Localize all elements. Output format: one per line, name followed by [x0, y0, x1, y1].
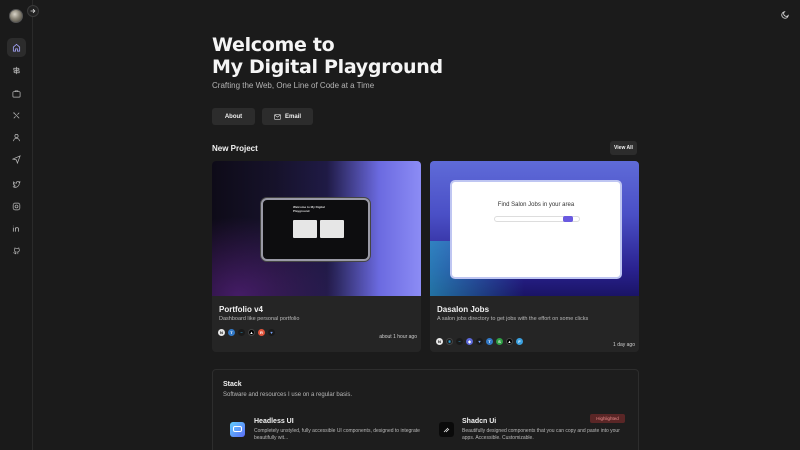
expand-sidebar-button[interactable] [27, 5, 39, 17]
nextjs-icon: N [218, 329, 225, 336]
email-button[interactable]: Email [262, 108, 313, 125]
vercel-icon: ▲ [506, 338, 513, 345]
hero-subtitle: Crafting the Web, One Line of Code at a … [212, 81, 375, 90]
stack-heading: Stack [223, 381, 242, 388]
email-button-label: Email [284, 113, 301, 120]
portfolio-mockup: Welcome to My Digital Playground [261, 198, 370, 261]
sidebar-item-contact[interactable] [7, 150, 26, 169]
sidebar-item-about[interactable] [7, 128, 26, 147]
framer-icon: F [516, 338, 523, 345]
supabase-icon: S [496, 338, 503, 345]
sidebar [0, 0, 39, 450]
project-card-portfolio[interactable]: Welcome to My Digital Playground Portfol… [212, 161, 421, 352]
mail-icon [274, 113, 281, 120]
stack-section: Stack Software and resources I use on a … [212, 369, 639, 450]
project-description: A salon jobs directory to get jobs with … [437, 316, 589, 322]
sidebar-item-tools[interactable] [7, 106, 26, 125]
hero-title-line1: Welcome to [212, 34, 335, 56]
linkedin-icon [12, 224, 21, 233]
stack-item-description: Beautifully designed components that you… [462, 428, 620, 441]
mockup-button [563, 216, 573, 222]
shadcn-icon: ♥ [476, 338, 483, 345]
instagram-icon [12, 202, 21, 211]
dasalon-mockup: Find Salon Jobs in your area [450, 180, 622, 279]
sidebar-item-linkedin[interactable] [7, 219, 26, 238]
briefcase-icon [12, 90, 21, 98]
tech-stack-row: N T ~ ▲ R ♥ [218, 329, 275, 336]
nextjs-icon: N [436, 338, 443, 345]
avatar[interactable] [9, 9, 23, 23]
tools-icon [13, 112, 20, 119]
vercel-icon: ▲ [248, 329, 255, 336]
prisma-icon: ◆ [466, 338, 473, 345]
highlighted-badge: Highlighted [590, 414, 625, 423]
hero-title: Welcome to My Digital Playground [212, 34, 443, 78]
project-time: 1 day ago [613, 342, 635, 348]
tailwind-icon: ~ [238, 329, 245, 336]
github-icon [13, 247, 20, 255]
about-button[interactable]: About [212, 108, 255, 125]
new-project-heading: New Project [212, 144, 258, 153]
view-all-label: View All [614, 145, 633, 151]
project-time: about 1 hour ago [379, 334, 417, 340]
stack-item-name[interactable]: Headless UI [254, 418, 294, 425]
react-icon: ⚛ [446, 338, 453, 345]
project-thumbnail: Find Salon Jobs in your area [430, 161, 639, 296]
sidebar-item-signpost[interactable] [7, 61, 26, 80]
sidebar-item-home[interactable] [7, 38, 26, 57]
moon-icon [780, 10, 789, 19]
project-card-dasalon[interactable]: Find Salon Jobs in your area Dasalon Job… [430, 161, 639, 352]
typescript-icon: T [228, 329, 235, 336]
view-all-button[interactable]: View All [610, 141, 637, 155]
sidebar-item-instagram[interactable] [7, 197, 26, 216]
stack-subtitle: Software and resources I use on a regula… [223, 392, 353, 398]
about-button-label: About [224, 113, 243, 120]
react-query-icon: R [258, 329, 265, 336]
mockup-card [320, 220, 344, 238]
user-icon [13, 133, 20, 142]
shadcn-logo-icon [439, 422, 454, 437]
tailwind-icon: ~ [456, 338, 463, 345]
tech-stack-row: N ⚛ ~ ◆ ♥ T S ▲ F [436, 338, 523, 345]
hero-title-line2: My Digital Playground [212, 56, 443, 78]
typescript-icon: T [486, 338, 493, 345]
headless-ui-logo-icon [230, 422, 245, 437]
send-icon [12, 155, 21, 164]
mockup-title: Welcome to My Digital Playground [293, 205, 325, 213]
project-thumbnail: Welcome to My Digital Playground [212, 161, 421, 296]
project-description: Dashboard like personal portfolio [219, 316, 300, 322]
sidebar-item-projects[interactable] [7, 84, 26, 103]
sidebar-item-twitter[interactable] [7, 175, 26, 194]
stack-item-name[interactable]: Shadcn Ui [462, 418, 496, 425]
theme-toggle-button[interactable] [779, 8, 791, 20]
shadcn-icon: ♥ [268, 329, 275, 336]
home-icon [12, 43, 21, 52]
twitter-icon [12, 180, 21, 188]
mockup-title: Find Salon Jobs in your area [497, 202, 575, 208]
project-name: Dasalon Jobs [437, 305, 490, 314]
arrow-right-icon [30, 8, 36, 14]
stack-item-description: Completely unstyled, fully accessible UI… [254, 428, 420, 441]
project-name: Portfolio v4 [219, 305, 264, 314]
sidebar-item-github[interactable] [7, 241, 26, 260]
signpost-icon [13, 66, 20, 75]
mockup-card [293, 220, 317, 238]
